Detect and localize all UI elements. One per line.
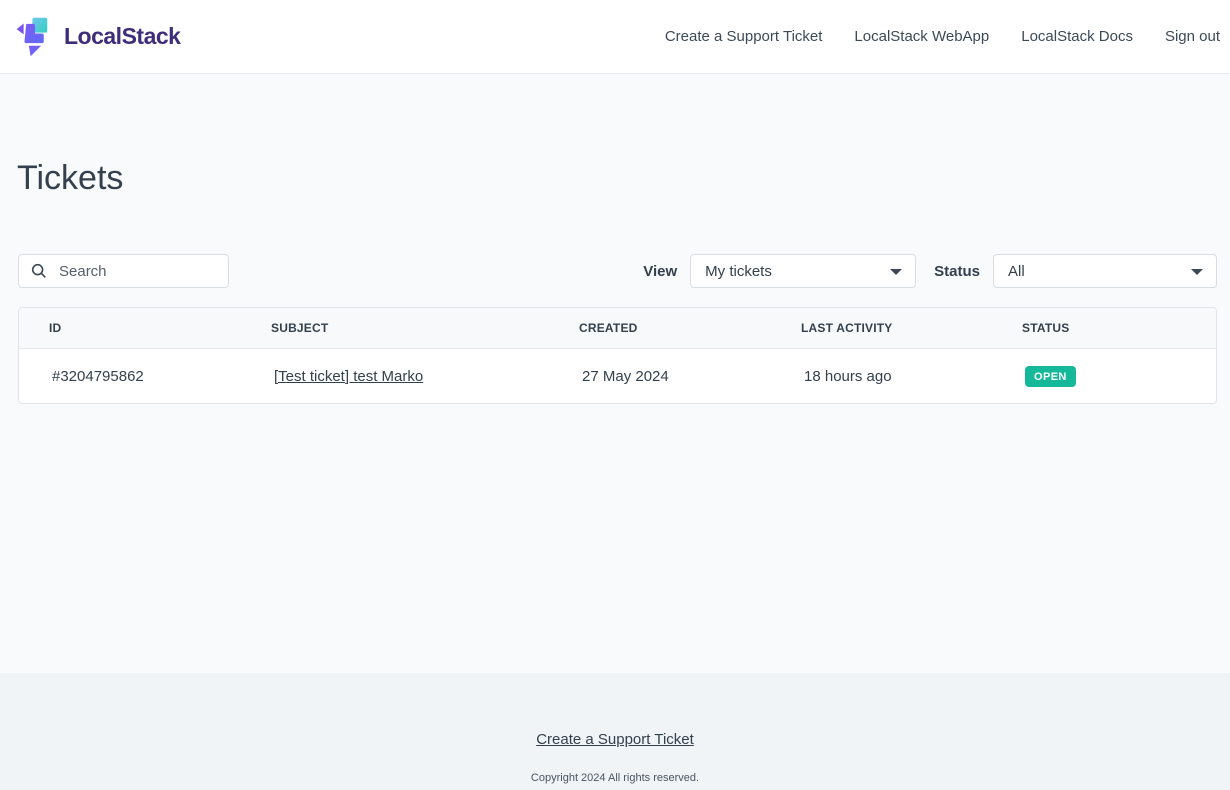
chevron-down-icon: [890, 269, 902, 275]
localstack-logo-icon: [14, 15, 56, 59]
top-nav: Create a Support Ticket LocalStack WebAp…: [665, 28, 1220, 45]
chevron-down-icon: [1191, 269, 1203, 275]
footer: Create a Support Ticket Copyright 2024 A…: [0, 673, 1230, 790]
status-select[interactable]: All: [993, 254, 1217, 288]
main-content: Tickets View My tickets Status All: [0, 74, 1230, 673]
nav-localstack-docs[interactable]: LocalStack Docs: [1021, 28, 1133, 45]
nav-sign-out[interactable]: Sign out: [1165, 28, 1220, 45]
status-label: Status: [934, 263, 980, 280]
ticket-id: #3204795862: [19, 349, 241, 403]
view-select-value: My tickets: [705, 263, 772, 280]
page-title: Tickets: [17, 74, 1217, 198]
column-header-status: STATUS: [992, 308, 1216, 348]
table-header-row: ID SUBJECT CREATED LAST ACTIVITY STATUS: [19, 308, 1216, 349]
view-label: View: [643, 263, 677, 280]
view-filter: View My tickets: [643, 254, 916, 288]
footer-create-support-ticket-link[interactable]: Create a Support Ticket: [536, 731, 694, 748]
column-header-subject: SUBJECT: [241, 308, 549, 348]
search-icon: [30, 262, 48, 280]
view-select[interactable]: My tickets: [690, 254, 916, 288]
footer-copyright: Copyright 2024 All rights reserved.: [0, 772, 1230, 784]
app-header: LocalStack Create a Support Ticket Local…: [0, 0, 1230, 74]
brand-name: LocalStack: [64, 23, 180, 50]
ticket-last-activity: 18 hours ago: [771, 349, 992, 403]
column-header-last-activity: LAST ACTIVITY: [771, 308, 992, 348]
status-filter: Status All: [934, 254, 1217, 288]
nav-create-support-ticket[interactable]: Create a Support Ticket: [665, 28, 823, 45]
nav-localstack-webapp[interactable]: LocalStack WebApp: [854, 28, 989, 45]
ticket-created: 27 May 2024: [549, 349, 771, 403]
brand-logo[interactable]: LocalStack: [14, 15, 180, 59]
search-box[interactable]: [18, 254, 229, 288]
search-input[interactable]: [59, 263, 209, 280]
column-header-created: CREATED: [549, 308, 771, 348]
tickets-table: ID SUBJECT CREATED LAST ACTIVITY STATUS …: [18, 307, 1217, 404]
column-header-id: ID: [19, 308, 241, 348]
filters-row: View My tickets Status All: [18, 254, 1217, 288]
table-row: #3204795862 [Test ticket] test Marko 27 …: [19, 349, 1216, 403]
ticket-subject-link[interactable]: [Test ticket] test Marko: [274, 368, 423, 385]
status-badge: OPEN: [1025, 366, 1076, 387]
status-select-value: All: [1008, 263, 1025, 280]
